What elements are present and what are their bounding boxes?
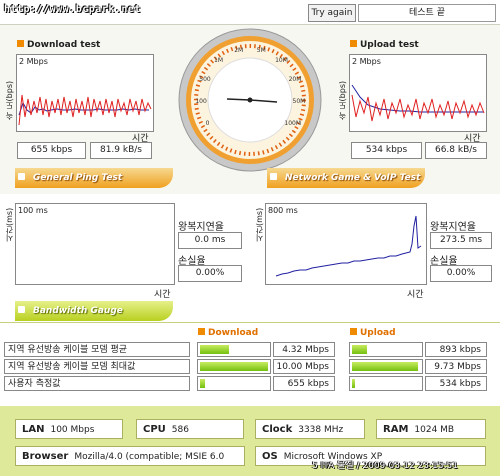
bandwidth-bullet-icon: [18, 306, 25, 313]
gauge-tick-label: 50M: [292, 97, 306, 105]
download-chart: 2 Mbps: [16, 54, 154, 132]
bullet-icon: [350, 40, 357, 47]
footer-timestamp: 5 ITA 물질 / 2009-03-12 23:15:51: [312, 461, 458, 471]
ram-label: RAM: [383, 424, 409, 435]
gauge-tick-label: 1M: [214, 57, 223, 65]
divider: [0, 322, 500, 323]
status-box: 테스트 끝: [358, 4, 496, 22]
bw-upload-bar: [349, 342, 423, 357]
ping-scale: 100 ms: [18, 206, 48, 215]
clock-value: 3338 MHz: [298, 425, 344, 435]
try-again-button[interactable]: Try again: [308, 4, 356, 22]
speed-gauge: 0 100 500 1M 2M 5M 10M 20M 50M 100M: [177, 27, 323, 173]
gauge-tick-label: 2M: [234, 47, 244, 55]
gauge-tick-label: 0: [205, 119, 210, 127]
site-url: http://www.bcpark.net: [4, 4, 141, 15]
bw-row-label: 사용자 측정값: [4, 376, 190, 391]
bw-upload-bar: [349, 376, 423, 391]
gauge-tick-label: 100M: [284, 119, 302, 127]
bw-download-fill: [200, 345, 230, 354]
cpu-value: 586: [171, 425, 189, 435]
cpu-info: CPU 586: [136, 419, 244, 439]
bw-upload-fill: [352, 362, 418, 371]
bw-download-value: 4.32 Mbps: [273, 342, 335, 357]
bullet-icon: [198, 328, 205, 335]
bw-download-bar: [197, 342, 271, 357]
bw-upload-fill: [352, 345, 367, 354]
bullet-icon: [350, 328, 357, 335]
divider: [0, 24, 500, 25]
bw-upload-value: 9.73 Mbps: [425, 359, 487, 374]
game-chart: 800 ms: [265, 203, 427, 285]
download-kbps: 655 kbps: [17, 142, 86, 159]
upload-title-text: Upload test: [360, 40, 419, 50]
bw-download-value: 10.00 Mbps: [273, 359, 335, 374]
bw-download-bar: [197, 376, 271, 391]
ping-loss-value: 0.00%: [178, 265, 242, 282]
clock-info: Clock 3338 MHz: [255, 419, 365, 439]
ping-section-header: General Ping Test: [15, 168, 173, 188]
ping-rtt-value: 0.0 ms: [178, 232, 242, 249]
upload-series-red: [351, 94, 485, 122]
ping-chart: 100 ms: [15, 203, 175, 285]
bw-download-fill: [200, 379, 205, 388]
download-title: Download test: [17, 40, 100, 50]
bw-upload-header: Upload: [350, 328, 396, 338]
bw-row-label: 지역 유선방송 케이블 모뎀 최대값: [4, 359, 190, 374]
bw-upload-header-text: Upload: [360, 328, 396, 338]
bw-download-fill: [200, 362, 268, 371]
lan-info: LAN 100 Mbps: [15, 419, 123, 439]
upload-kbps: 534 kbps: [351, 142, 422, 159]
download-ylabel: 속 도(bps): [5, 80, 14, 120]
gauge-tick-label: 5M: [256, 47, 266, 55]
header-bar: http://www.bcpark.net Try again 테스트 끝: [0, 0, 500, 24]
ram-info: RAM 1024 MB: [376, 419, 486, 439]
game-ylabel: 시간(ms): [255, 207, 264, 242]
upload-chart: 2 Mbps: [349, 54, 487, 132]
lan-label: LAN: [22, 424, 45, 435]
ram-value: 1024 MB: [414, 425, 455, 435]
game-graph: [275, 215, 422, 277]
ping-rtt-label: 왕복지연율: [178, 222, 224, 233]
bw-download-bar: [197, 359, 271, 374]
gauge-tick-label: 20M: [288, 75, 302, 83]
bandwidth-section-header: Bandwidth Gauge: [15, 301, 173, 321]
download-graph: [18, 94, 152, 126]
browser-info: Browser Mozilla/4.0 (compatible; MSIE 6.0: [15, 446, 245, 466]
bw-upload-value: 534 kbps: [425, 376, 487, 391]
download-kBs: 81.9 kB/s: [90, 142, 152, 159]
ping-bullet-icon: [18, 173, 25, 180]
os-label: OS: [262, 451, 278, 462]
bw-download-header-text: Download: [208, 328, 259, 338]
bw-row-label: 지역 유선방송 케이블 모뎀 평균: [4, 342, 190, 357]
browser-label: Browser: [22, 451, 69, 462]
lan-value: 100 Mbps: [50, 425, 95, 435]
gauge-tick-label: 500: [199, 75, 211, 83]
bw-download-header: Download: [198, 328, 258, 338]
game-rtt-label: 왕복지연율: [430, 222, 476, 233]
browser-value: Mozilla/4.0 (compatible; MSIE 6.0: [74, 452, 225, 462]
game-series-blue: [275, 215, 422, 277]
upload-graph: [351, 84, 485, 122]
upload-kBs: 66.8 kB/s: [425, 142, 487, 159]
upload-title: Upload test: [350, 40, 419, 50]
game-bullet-icon: [270, 173, 277, 180]
bw-download-value: 655 kbps: [273, 376, 335, 391]
game-loss-value: 0.00%: [430, 265, 492, 282]
bw-upload-bar: [349, 359, 423, 374]
game-xlabel: 시간: [407, 290, 424, 300]
upload-ylabel: 속 도(bps): [338, 80, 347, 120]
bw-upload-fill: [352, 379, 356, 388]
game-section-header: Network Game & VoIP Test: [267, 168, 425, 188]
cpu-label: CPU: [143, 424, 166, 435]
ping-ylabel: 시간(ms): [5, 207, 14, 242]
game-rtt-value: 273.5 ms: [430, 232, 492, 249]
download-title-text: Download test: [27, 40, 101, 50]
gauge-tick-label: 100: [195, 97, 207, 105]
clock-label: Clock: [262, 424, 293, 435]
gauge-tick-label: 10M: [275, 57, 288, 65]
bw-upload-value: 893 kbps: [425, 342, 487, 357]
ping-xlabel: 시간: [154, 290, 171, 300]
bullet-icon: [17, 40, 24, 47]
